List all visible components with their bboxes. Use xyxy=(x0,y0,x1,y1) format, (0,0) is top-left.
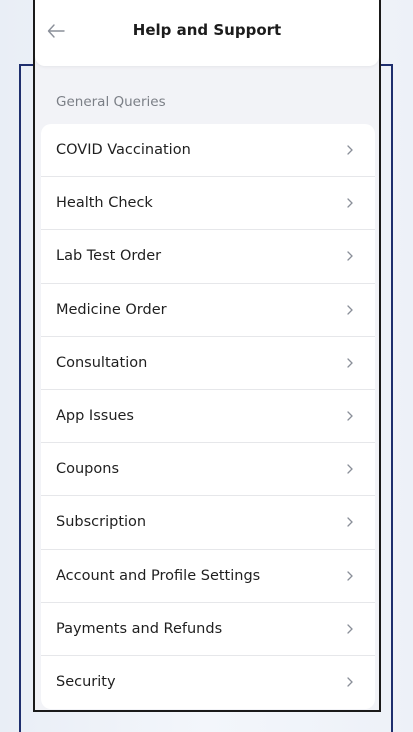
list-item-lab-test-order[interactable]: Lab Test Order xyxy=(41,230,375,284)
chevron-right-icon xyxy=(347,145,353,155)
list-item-label: App Issues xyxy=(56,408,134,425)
list-item-covid-vaccination[interactable]: COVID Vaccination xyxy=(41,124,375,178)
chevron-right-icon xyxy=(347,464,353,474)
page-title: Help and Support xyxy=(132,21,282,39)
list-item-consultation[interactable]: Consultation xyxy=(41,337,375,390)
list-item-payments-and-refunds[interactable]: Payments and Refunds xyxy=(41,603,375,656)
query-list: COVID Vaccination Health Check Lab Test … xyxy=(41,124,375,710)
list-item-health-check[interactable]: Health Check xyxy=(41,177,375,231)
list-item-account-and-profile-settings[interactable]: Account and Profile Settings xyxy=(41,550,375,603)
chevron-right-icon xyxy=(347,411,353,421)
list-item-label: COVID Vaccination xyxy=(56,142,191,159)
list-item-medicine-order[interactable]: Medicine Order xyxy=(41,284,375,337)
list-item-app-issues[interactable]: App Issues xyxy=(41,390,375,444)
chevron-right-icon xyxy=(347,251,353,262)
list-item-label: Account and Profile Settings xyxy=(56,567,261,584)
list-item-label: Health Check xyxy=(56,195,153,212)
chevron-right-icon xyxy=(347,570,353,581)
list-item-label: Consultation xyxy=(56,354,148,371)
list-item-security[interactable]: Security xyxy=(41,656,375,709)
chevron-right-icon xyxy=(347,305,353,315)
list-item-subscription[interactable]: Subscription xyxy=(41,496,375,550)
list-item-coupons[interactable]: Coupons xyxy=(41,443,375,497)
section-label: General Queries xyxy=(56,94,166,110)
app-header: Help and Support xyxy=(35,0,379,66)
chevron-right-icon xyxy=(347,624,353,634)
list-item-label: Lab Test Order xyxy=(56,248,162,265)
list-item-label: Payments and Refunds xyxy=(56,620,223,637)
chevron-right-icon xyxy=(347,517,353,528)
list-item-label: Medicine Order xyxy=(56,301,167,318)
chevron-right-icon xyxy=(347,358,353,368)
chevron-right-icon xyxy=(347,198,353,208)
list-item-label: Coupons xyxy=(56,461,120,478)
list-item-label: Security xyxy=(56,674,116,691)
list-item-label: Subscription xyxy=(56,514,147,531)
phone-screen: Help and Support General Queries COVID V… xyxy=(33,0,381,712)
chevron-right-icon xyxy=(347,677,353,688)
